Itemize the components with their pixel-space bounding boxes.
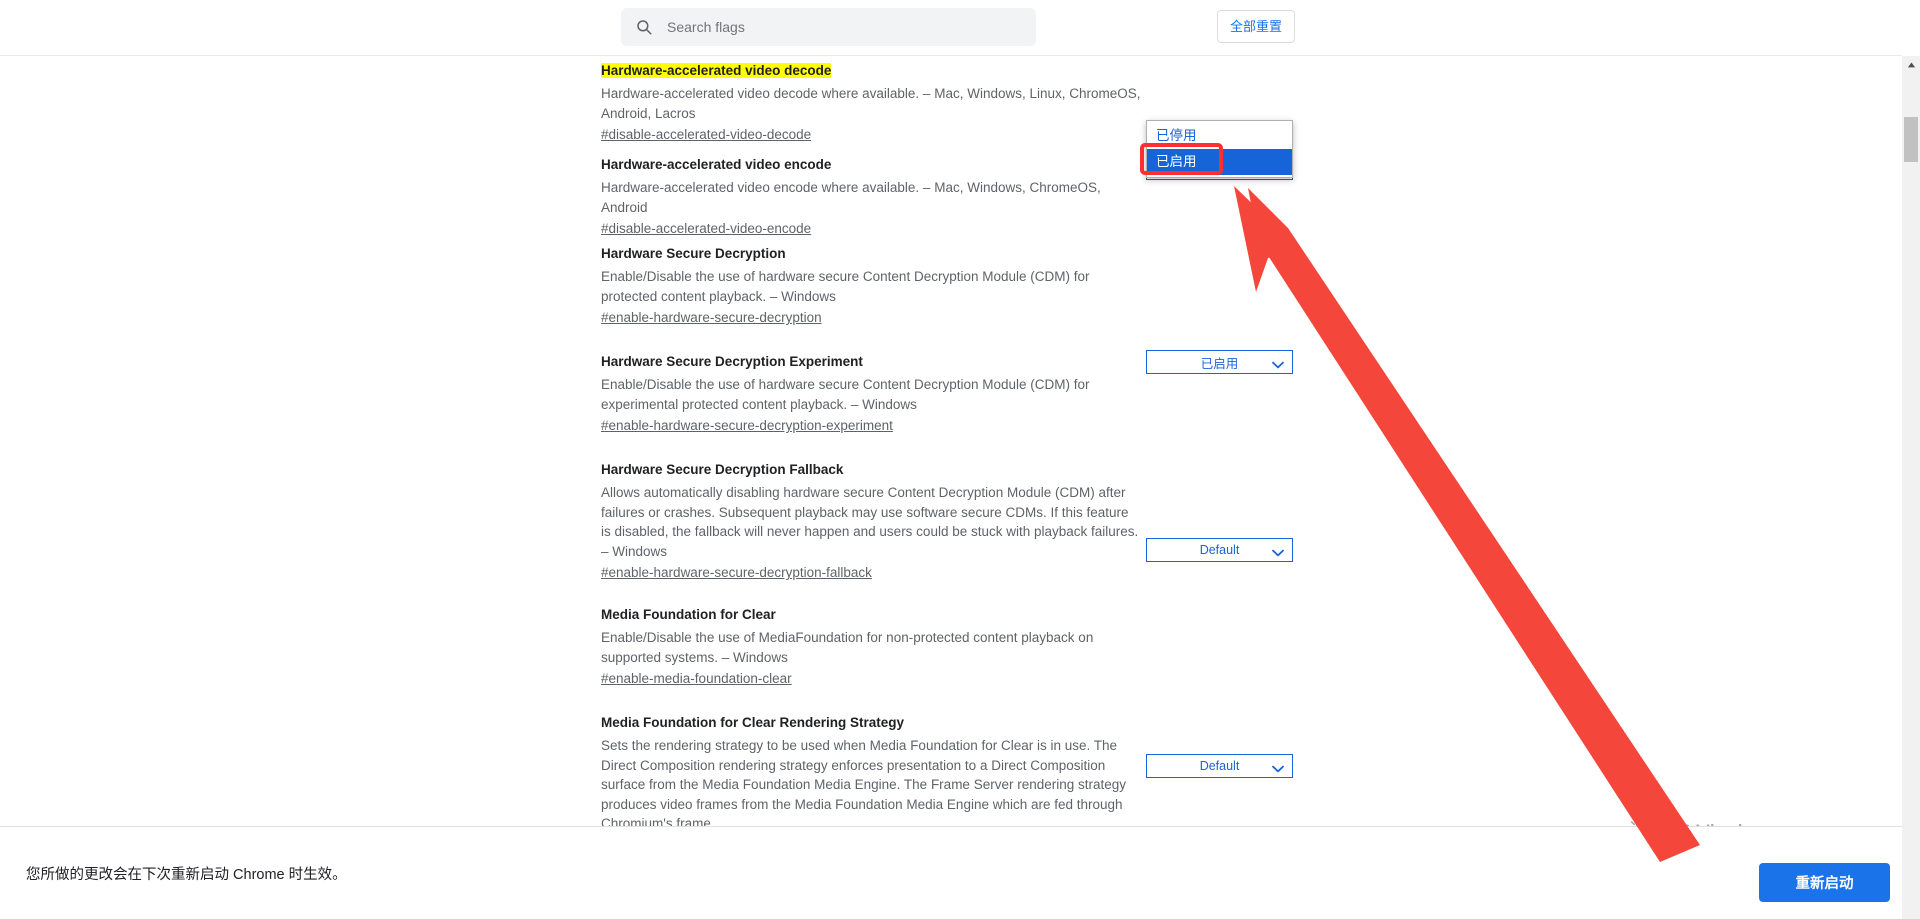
flag-text-block: Hardware-accelerated video encode Hardwa… <box>601 156 1141 245</box>
flag-anchor-link[interactable]: #enable-hardware-secure-decryption-exper… <box>601 416 893 435</box>
reset-all-button[interactable]: 全部重置 <box>1217 10 1295 43</box>
flags-list: Hardware-accelerated video decode Hardwa… <box>0 56 1902 826</box>
flag-row: Hardware Secure Decryption Fallback Allo… <box>0 461 1902 606</box>
dropdown-option-enabled[interactable]: 已启用 <box>1147 149 1292 175</box>
flag-description: Allows automatically disabling hardware … <box>601 485 1139 559</box>
video-decode-dropdown-popup[interactable]: 已停用 已启用 <box>1146 120 1293 178</box>
flag-title: Media Foundation for Clear <box>601 607 776 622</box>
flags-header: 全部重置 <box>0 0 1902 56</box>
flag-anchor-link[interactable]: #disable-accelerated-video-decode <box>601 125 811 144</box>
flag-anchor-link[interactable]: #enable-hardware-secure-decryption-fallb… <box>601 563 872 582</box>
flag-row: Hardware-accelerated video decode Hardwa… <box>0 61 1902 180</box>
flag-description: Sets the rendering strategy to be used w… <box>601 738 1127 826</box>
relaunch-bar: 您所做的更改会在下次重新启动 Chrome 时生效。 重新启动 <box>0 826 1902 919</box>
flag-text-block: Hardware-accelerated video decode Hardwa… <box>601 62 1141 156</box>
flags-scroll-area[interactable]: Hardware-accelerated video decode Hardwa… <box>0 56 1902 826</box>
flag-text-block: Media Foundation for Clear Enable/Disabl… <box>601 606 1141 714</box>
flag-anchor-link[interactable]: #disable-accelerated-video-encode <box>601 219 811 238</box>
chevron-down-icon <box>1272 546 1284 557</box>
flag-select-value: 已启用 <box>1200 356 1239 371</box>
dropdown-option-disabled[interactable]: 已停用 <box>1147 123 1292 149</box>
flag-description: Hardware-accelerated video decode where … <box>601 86 1141 121</box>
flag-title: Hardware Secure Decryption Experiment <box>601 354 863 369</box>
chevron-down-icon <box>1272 762 1284 773</box>
flag-row: Hardware Secure Decryption Enable/Disabl… <box>0 245 1902 562</box>
flag-title: Hardware-accelerated video encode <box>601 157 832 172</box>
relaunch-button[interactable]: 重新启动 <box>1759 863 1890 902</box>
flag-title: Hardware Secure Decryption <box>601 246 786 261</box>
flag-text-block: Hardware Secure Decryption Fallback Allo… <box>601 461 1141 606</box>
flag-title: Media Foundation for Clear Rendering Str… <box>601 715 905 730</box>
chrome-flags-page: 全部重置 Hardware-accelerated video decode H… <box>0 0 1920 919</box>
flag-text-block: Hardware Secure Decryption Enable/Disabl… <box>601 245 1141 353</box>
flag-row: Media Foundation for Clear Rendering Str… <box>0 714 1902 826</box>
chevron-down-icon <box>1272 358 1284 369</box>
search-icon <box>635 18 653 36</box>
flag-select-hardware-secure-decryption-experiment[interactable]: Default <box>1146 754 1293 778</box>
search-flags-box[interactable] <box>621 8 1036 46</box>
flag-description: Enable/Disable the use of MediaFoundatio… <box>601 630 1094 665</box>
flag-select-video-encode[interactable]: 已启用 <box>1146 350 1293 374</box>
flag-title: Hardware-accelerated video decode <box>601 63 832 78</box>
triangle-up-icon[interactable] <box>1902 56 1920 74</box>
flag-anchor-link[interactable]: #enable-hardware-secure-decryption <box>601 308 822 327</box>
flag-text-block: Media Foundation for Clear Rendering Str… <box>601 714 1141 826</box>
search-input[interactable] <box>667 19 1007 35</box>
page-scrollbar[interactable] <box>1902 56 1920 919</box>
flag-row: Media Foundation for Clear Enable/Disabl… <box>0 606 1902 714</box>
flag-row: Hardware-accelerated video encode Hardwa… <box>0 156 1902 374</box>
flag-description: Hardware-accelerated video encode where … <box>601 180 1101 215</box>
flag-select-hardware-secure-decryption[interactable]: Default <box>1146 538 1293 562</box>
scrollbar-top-strip <box>1902 0 1920 56</box>
flag-text-block: Hardware Secure Decryption Experiment En… <box>601 353 1141 461</box>
relaunch-note: 您所做的更改会在下次重新启动 Chrome 时生效。 <box>26 867 347 883</box>
flag-description: Enable/Disable the use of hardware secur… <box>601 269 1090 304</box>
flag-select-value: Default <box>1199 759 1240 773</box>
flag-row: Hardware Secure Decryption Experiment En… <box>0 353 1902 778</box>
scrollbar-thumb[interactable] <box>1904 117 1918 162</box>
flag-description: Enable/Disable the use of hardware secur… <box>601 377 1090 412</box>
flag-anchor-link[interactable]: #enable-media-foundation-clear <box>601 669 792 688</box>
flag-title: Hardware Secure Decryption Fallback <box>601 462 844 477</box>
flag-select-value: Default <box>1199 543 1240 557</box>
